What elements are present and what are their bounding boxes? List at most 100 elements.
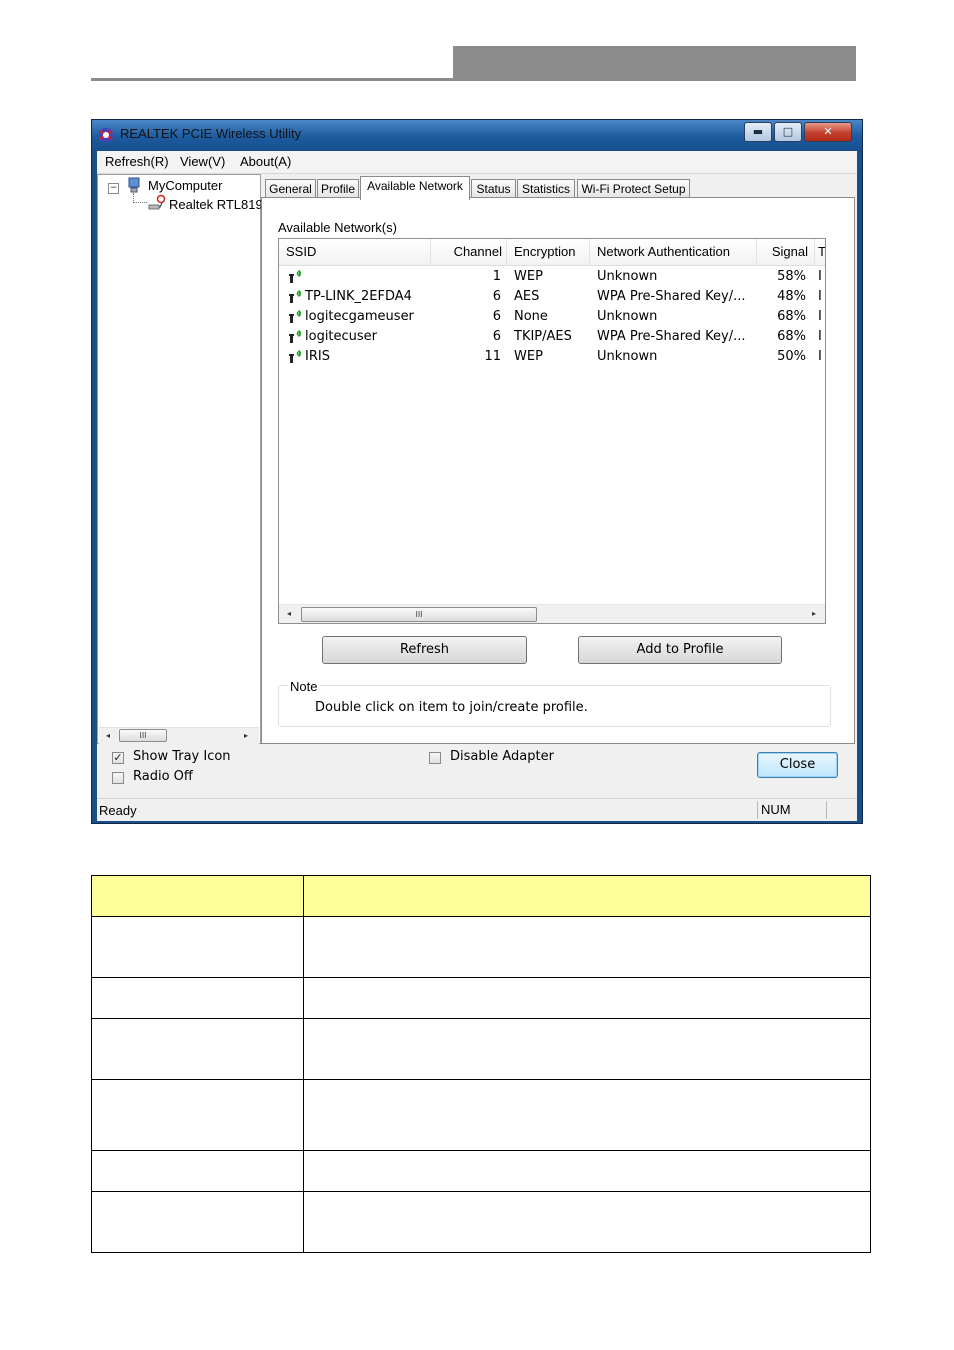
cell-signal: 48%	[777, 289, 806, 304]
status-text: Ready	[99, 803, 137, 818]
tab-general[interactable]: General	[265, 179, 316, 199]
network-row[interactable]: TP-LINK_2EFDA4 6 AES WPA Pre-Shared Key/...…	[279, 287, 825, 307]
wifi-signal-icon	[289, 330, 301, 343]
close-window-button[interactable]: ✕	[804, 122, 852, 142]
disable-adapter-label: Disable Adapter	[450, 749, 554, 764]
tree-item-realtek-adapter[interactable]: Realtek RTL819	[169, 197, 263, 212]
show-tray-icon-label: Show Tray Icon	[133, 749, 231, 764]
refresh-button[interactable]: Refresh	[322, 636, 527, 664]
tab-statistics[interactable]: Statistics	[517, 179, 575, 199]
tree-connector	[133, 202, 147, 204]
table-cell	[91, 1018, 304, 1080]
title-bar[interactable]: REALTEK PCIE Wireless Utility ▬ □ ✕	[92, 120, 862, 150]
cell-auth: Unknown	[597, 349, 658, 364]
list-horizontal-scrollbar[interactable]: ◂ III ▸	[279, 604, 825, 623]
menu-refresh[interactable]: Refresh(R)	[105, 154, 169, 169]
table-cell	[91, 1150, 304, 1192]
realtek-app-icon	[99, 128, 113, 142]
cell-encryption: WEP	[514, 269, 543, 284]
cell-channel: 6	[492, 329, 501, 344]
cell-type: I	[818, 349, 822, 364]
device-tree[interactable]: − MyComputer Realtek RTL819 ◂ III ▸	[97, 174, 263, 744]
tab-wifi-protect-setup[interactable]: Wi-Fi Protect Setup	[577, 179, 690, 199]
cell-channel: 1	[492, 269, 501, 284]
scroll-right-arrow[interactable]: ▸	[239, 730, 253, 742]
wireless-adapter-icon	[148, 194, 166, 210]
cell-auth: WPA Pre-Shared Key/...	[597, 289, 746, 304]
scroll-thumb[interactable]: III	[119, 729, 167, 742]
menu-bar: Refresh(R) View(V) About(A)	[97, 151, 857, 174]
table-cell	[302, 916, 872, 978]
maximize-button[interactable]: □	[774, 122, 802, 142]
tab-strip: General Profile Available Network Status…	[265, 176, 855, 200]
cell-type: I	[818, 289, 822, 304]
table-row	[91, 916, 872, 978]
num-lock-pane: NUM	[757, 801, 827, 819]
tab-status[interactable]: Status	[471, 179, 516, 199]
header-bar	[453, 46, 856, 81]
scroll-left-arrow[interactable]: ◂	[282, 608, 296, 620]
window-title: REALTEK PCIE Wireless Utility	[120, 126, 302, 141]
tree-horizontal-scrollbar[interactable]: ◂ III ▸	[99, 727, 259, 744]
status-bar: Ready NUM	[97, 798, 857, 821]
table-header-row	[91, 875, 872, 917]
cell-channel: 6	[492, 289, 501, 304]
column-network-authentication[interactable]: Network Authentication	[590, 239, 757, 265]
menu-about[interactable]: About(A)	[240, 154, 291, 169]
wifi-signal-icon	[289, 290, 301, 303]
column-type[interactable]: T	[815, 239, 825, 265]
network-list[interactable]: SSID Channel Encryption Network Authenti…	[278, 238, 826, 624]
scroll-left-arrow[interactable]: ◂	[101, 730, 115, 742]
cell-type: I	[818, 309, 822, 324]
tree-collapse-toggle[interactable]: −	[108, 183, 119, 194]
scroll-thumb[interactable]: III	[301, 607, 537, 622]
wireless-utility-window: REALTEK PCIE Wireless Utility ▬ □ ✕ Refr…	[91, 119, 863, 824]
description-table	[91, 875, 872, 1253]
table-cell	[302, 1018, 872, 1080]
add-to-profile-button[interactable]: Add to Profile	[578, 636, 782, 664]
table-cell	[302, 1150, 872, 1192]
cell-type: I	[818, 269, 822, 284]
table-cell	[91, 875, 304, 917]
table-cell	[91, 1191, 304, 1253]
table-cell	[302, 875, 872, 917]
tab-available-network[interactable]: Available Network	[360, 176, 470, 200]
note-title: Note	[288, 679, 320, 694]
menu-view[interactable]: View(V)	[180, 154, 225, 169]
minimize-button[interactable]: ▬	[744, 122, 772, 142]
cell-signal: 58%	[777, 269, 806, 284]
show-tray-icon-checkbox[interactable]: ✓	[112, 752, 124, 764]
table-cell	[91, 977, 304, 1019]
wifi-signal-icon	[289, 350, 301, 363]
network-row[interactable]: logitecuser 6 TKIP/AES WPA Pre-Shared Key/.…	[279, 327, 825, 347]
cell-type: I	[818, 329, 822, 344]
cell-encryption: WEP	[514, 349, 543, 364]
scroll-right-arrow[interactable]: ▸	[807, 608, 821, 620]
cell-channel: 6	[492, 309, 501, 324]
list-header: SSID Channel Encryption Network Authenti…	[279, 239, 825, 266]
tree-item-mycomputer[interactable]: MyComputer	[148, 178, 222, 193]
radio-off-checkbox[interactable]	[112, 772, 124, 784]
cell-ssid: TP-LINK_2EFDA4	[305, 289, 412, 304]
network-row[interactable]: IRIS 11 WEP Unknown 50% I	[279, 347, 825, 367]
disable-adapter-checkbox[interactable]	[429, 752, 441, 764]
cell-ssid	[305, 267, 431, 287]
column-channel[interactable]: Channel	[431, 239, 507, 265]
network-row[interactable]: logitecgameuser 6 None Unknown 68% I	[279, 307, 825, 327]
computer-icon	[128, 177, 140, 193]
available-networks-label: Available Network(s)	[278, 220, 397, 235]
table-row	[91, 1079, 872, 1151]
column-signal[interactable]: Signal	[757, 239, 815, 265]
table-row	[91, 1018, 872, 1080]
client-area: Refresh(R) View(V) About(A) − MyComputer…	[97, 151, 857, 821]
close-button[interactable]: Close	[757, 752, 838, 778]
column-encryption[interactable]: Encryption	[507, 239, 590, 265]
column-ssid[interactable]: SSID	[279, 239, 431, 265]
cell-auth: Unknown	[597, 269, 658, 284]
cell-auth: WPA Pre-Shared Key/...	[597, 329, 746, 344]
cell-signal: 68%	[777, 309, 806, 324]
tab-profile[interactable]: Profile	[317, 179, 359, 199]
table-row	[91, 1150, 872, 1192]
table-cell	[91, 1079, 304, 1151]
network-row[interactable]: 1 WEP Unknown 58% I	[279, 267, 825, 287]
